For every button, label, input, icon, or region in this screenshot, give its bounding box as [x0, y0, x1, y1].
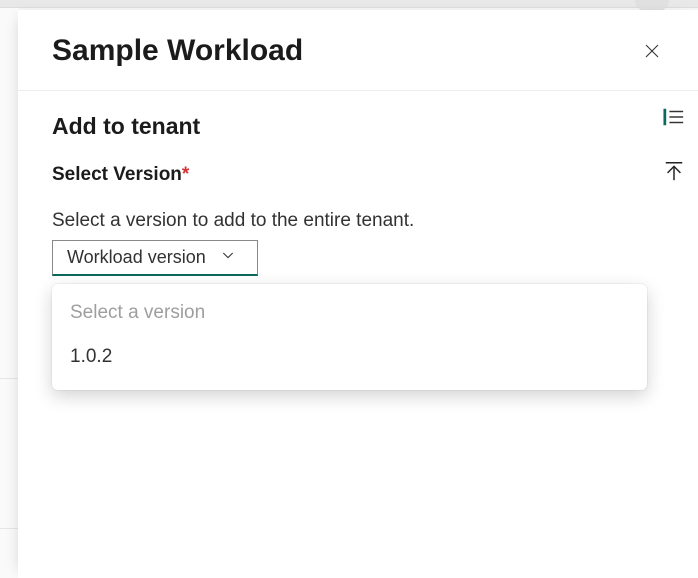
- version-dropdown: Workload version Select a version 1.0.2: [52, 240, 647, 276]
- version-dropdown-label: Workload version: [67, 247, 206, 268]
- panel-body: Add to tenant Select Version* Select a v…: [18, 91, 698, 298]
- field-help-text: Select a version to add to the entire te…: [52, 210, 664, 232]
- close-button[interactable]: [636, 35, 668, 67]
- version-option[interactable]: 1.0.2: [52, 336, 647, 378]
- list-icon: [663, 106, 685, 128]
- panel-title: Sample Workload: [52, 34, 303, 68]
- close-icon: [643, 42, 661, 60]
- required-indicator: *: [182, 164, 189, 185]
- arrow-up-to-line-icon: [663, 160, 685, 182]
- flyout-panel: Sample Workload: [18, 10, 698, 578]
- version-dropdown-button[interactable]: Workload version: [52, 240, 258, 276]
- version-dropdown-placeholder: Select a version: [52, 296, 647, 336]
- side-toolbar: [660, 103, 688, 185]
- panel-header: Sample Workload: [18, 10, 698, 91]
- field-label: Select Version*: [52, 164, 664, 186]
- field-label-text: Select Version: [52, 164, 182, 185]
- list-view-button[interactable]: [660, 103, 688, 131]
- background-left-strip: [0, 8, 18, 578]
- scroll-to-top-button[interactable]: [660, 157, 688, 185]
- background-header-strip: [0, 0, 698, 8]
- version-dropdown-list: Select a version 1.0.2: [52, 284, 647, 390]
- chevron-down-icon: [220, 247, 236, 268]
- section-title: Add to tenant: [52, 113, 664, 140]
